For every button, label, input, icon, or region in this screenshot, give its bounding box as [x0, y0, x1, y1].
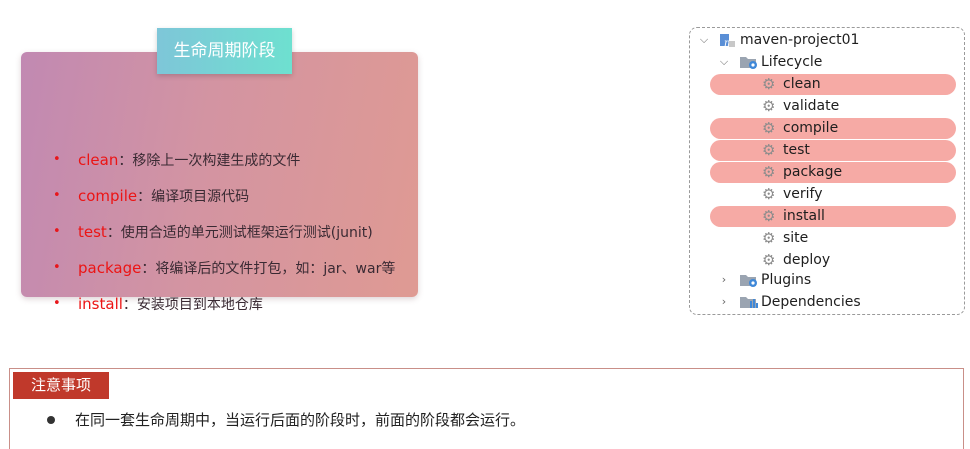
list-item: • test：使用合适的单元测试框架运行测试(junit)	[53, 214, 395, 250]
gear-icon: ⚙	[762, 251, 776, 269]
lifecycle-phase-list: • clean：移除上一次构建生成的文件 • compile：编译项目源代码 • te…	[53, 142, 395, 322]
chevron-down-icon[interactable]: ⌵	[698, 29, 710, 51]
tree-item-label: install	[783, 208, 825, 224]
tree-item-label: deploy	[783, 252, 831, 268]
lifecycle-card-title: 生命周期阶段	[157, 28, 292, 74]
gear-icon: ⚙	[762, 75, 776, 93]
tree-item-dependencies[interactable]: › Dependencies	[690, 291, 964, 313]
phase-term: clean	[78, 151, 119, 169]
tree-item-phase-compile[interactable]: ⚙ compile	[690, 117, 964, 139]
lifecycle-card: • clean：移除上一次构建生成的文件 • compile：编译项目源代码 • te…	[21, 52, 418, 313]
bullet-icon: •	[53, 188, 61, 203]
list-item: • package：将编译后的文件打包，如：jar、war等	[53, 250, 395, 286]
gear-icon: ⚙	[762, 207, 776, 225]
tree-item-label: verify	[783, 186, 823, 202]
tree-item-label: clean	[783, 76, 821, 92]
notice-tag: 注意事项	[13, 372, 109, 399]
chevron-down-icon[interactable]: ⌵	[718, 51, 730, 73]
tree-item-phase-site[interactable]: ⚙ site	[690, 227, 964, 249]
gear-icon: ⚙	[762, 97, 776, 115]
tree-item-label: Dependencies	[761, 294, 861, 310]
phase-desc: ：使用合适的单元测试框架运行测试(junit)	[106, 225, 373, 241]
list-item: • clean：移除上一次构建生成的文件	[53, 142, 395, 178]
gear-icon: ⚙	[762, 229, 776, 247]
tree-item-phase-test[interactable]: ⚙ test	[690, 139, 964, 161]
phase-term: package	[78, 259, 142, 277]
tree-item-phase-verify[interactable]: ⚙ verify	[690, 183, 964, 205]
tree-item-plugins[interactable]: › Plugins	[690, 269, 964, 291]
phase-desc: ：安装项目到本地仓库	[122, 297, 263, 313]
gear-icon: ⚙	[762, 185, 776, 203]
tree-item-label: validate	[783, 98, 840, 114]
phase-desc: ：编译项目源代码	[137, 189, 250, 205]
phase-term: compile	[78, 187, 138, 205]
tree-item-label: compile	[783, 120, 839, 136]
phase-desc: ：移除上一次构建生成的文件	[118, 153, 301, 169]
tree-item-label: maven-project01	[740, 32, 860, 48]
tree-item-label: Plugins	[761, 272, 812, 288]
tree-item-label: test	[783, 142, 810, 158]
phase-desc: ：将编译后的文件打包，如：jar、war等	[141, 261, 396, 277]
tree-item-label: site	[783, 230, 809, 246]
bullet-icon: •	[53, 152, 61, 167]
gear-icon: ⚙	[762, 163, 776, 181]
phase-term: install	[78, 295, 123, 313]
maven-project-tree: ⌵ m maven-project01 ⌵ Lifecycle ⚙ clean ⚙ v…	[689, 27, 965, 315]
list-item: • compile：编译项目源代码	[53, 178, 395, 214]
list-item: • install：安装项目到本地仓库	[53, 286, 395, 322]
chevron-right-icon[interactable]: ›	[718, 269, 730, 291]
gear-icon: ⚙	[762, 119, 776, 137]
tree-item-phase-package[interactable]: ⚙ package	[690, 161, 964, 183]
chevron-right-icon[interactable]: ›	[718, 291, 730, 313]
folder-icon	[740, 295, 758, 317]
tree-item-label: package	[783, 164, 843, 180]
tree-item-phase-clean[interactable]: ⚙ clean	[690, 73, 964, 95]
bullet-icon: •	[53, 296, 61, 311]
gear-icon: ⚙	[762, 141, 776, 159]
tree-item-lifecycle[interactable]: ⌵ Lifecycle	[690, 51, 964, 73]
notice-box: 注意事项 在同一套生命周期中，当运行后面的阶段时，前面的阶段都会运行。	[9, 368, 964, 449]
tree-item-project[interactable]: ⌵ m maven-project01	[690, 29, 964, 51]
bullet-icon	[47, 416, 55, 424]
notice-text: 在同一套生命周期中，当运行后面的阶段时，前面的阶段都会运行。	[75, 411, 526, 429]
bullet-icon: •	[53, 224, 61, 239]
tree-item-label: Lifecycle	[761, 54, 823, 70]
bullet-icon: •	[53, 260, 61, 275]
tree-item-phase-validate[interactable]: ⚙ validate	[690, 95, 964, 117]
phase-term: test	[78, 223, 107, 241]
tree-item-phase-deploy[interactable]: ⚙ deploy	[690, 249, 964, 271]
tree-item-phase-install[interactable]: ⚙ install	[690, 205, 964, 227]
